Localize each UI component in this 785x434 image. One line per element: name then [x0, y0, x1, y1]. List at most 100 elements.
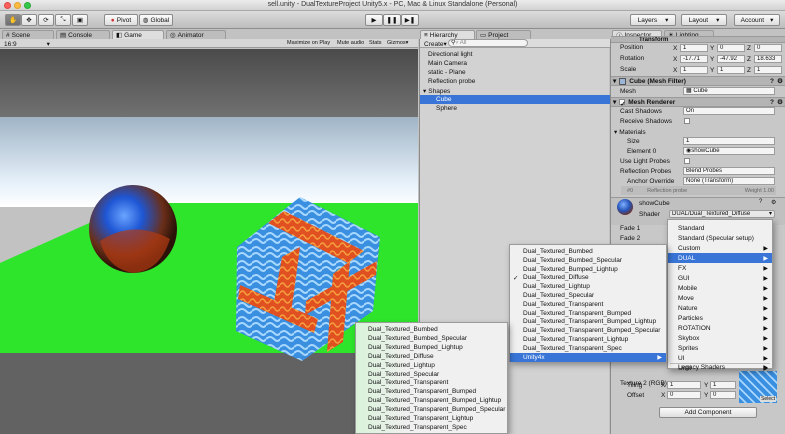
tiling-x-field[interactable]: 1: [667, 381, 701, 389]
help-icon[interactable]: ?: [759, 199, 762, 205]
element0-field[interactable]: ◉showCube: [683, 147, 775, 155]
layout-dropdown[interactable]: Layout ▾: [681, 14, 727, 26]
create-dropdown[interactable]: Create ▾: [424, 40, 447, 49]
shader-menu-item[interactable]: GUI ▶: [668, 273, 772, 283]
dual-menu-item[interactable]: Dual_Textured_Bumbed: [510, 247, 666, 256]
shader-menu-item[interactable]: Standard (Specular setup): [668, 233, 772, 243]
settings-gear-icon[interactable]: ⚙: [777, 77, 783, 85]
rotate-tool-icon[interactable]: ⟳: [38, 14, 54, 26]
shader-dropdown[interactable]: DUAL/Dual_Textured_Diffuse ▾: [669, 210, 775, 218]
dual-menu-item[interactable]: Dual_Textured_Transparent_Bumped_Specula…: [510, 326, 666, 335]
unity4x-menu-item[interactable]: Dual_Textured_Transparent_Bumped_Lightup: [356, 396, 507, 405]
hierarchy-item[interactable]: Directional light: [428, 51, 472, 58]
reflection-probes-dropdown[interactable]: Blend Probes: [683, 167, 775, 175]
gizmos-button[interactable]: Gizmos ▾: [387, 40, 408, 46]
texture2-thumbnail[interactable]: Select: [739, 371, 777, 403]
mesh-field[interactable]: ▦ Cube: [683, 87, 775, 95]
stats-button[interactable]: Stats: [369, 40, 382, 46]
shader-menu-item[interactable]: Custom ▶: [668, 243, 772, 253]
unity4x-menu-item[interactable]: Dual_Textured_Transparent_Spec: [356, 423, 507, 432]
size-field[interactable]: 1: [683, 137, 775, 145]
shader-menu-item[interactable]: FX ▶: [668, 263, 772, 273]
unity4x-menu-item[interactable]: Dual_Textured_Transparent_Lightup: [356, 414, 507, 423]
unity4x-menu-item[interactable]: Dual_Textured_Transparent_Bumped: [356, 387, 507, 396]
unity4x-menu-item[interactable]: Dual_Textured_Transparent: [356, 378, 507, 387]
dual-menu-item[interactable]: Dual_Textured_Transparent_Lightup: [510, 335, 666, 344]
tiling-y-field[interactable]: 1: [710, 381, 736, 389]
offset-x-field[interactable]: 0: [667, 391, 701, 399]
move-tool-icon[interactable]: ✥: [21, 14, 37, 26]
pause-button[interactable]: ❚❚: [383, 14, 401, 26]
dual-menu-item[interactable]: Dual_Textured_Transparent: [510, 300, 666, 309]
help-icon[interactable]: ?: [770, 78, 774, 85]
transform-rot-y-field[interactable]: -47.92: [717, 55, 745, 63]
shader-menu-item[interactable]: Standard: [668, 223, 772, 233]
hierarchy-item-cube[interactable]: Cube: [436, 96, 452, 103]
layers-dropdown[interactable]: Layers ▾: [630, 14, 676, 26]
transform-pos-x-field[interactable]: 1: [680, 44, 708, 52]
shader-menu-item[interactable]: ROTATION ▶: [668, 323, 772, 333]
shader-menu-item[interactable]: Nature ▶: [668, 303, 772, 313]
materials-foldout[interactable]: ▾ Materials: [614, 128, 646, 137]
hand-tool-icon[interactable]: ✋: [5, 14, 21, 26]
dual-menu-item[interactable]: Dual_Textured_Transparent_Bumped_Lightup: [510, 317, 666, 326]
transform-scl-z-field[interactable]: 1: [754, 66, 782, 74]
unity4x-menu-item[interactable]: Dual_Textured_Lightup: [356, 361, 507, 370]
tab-animator[interactable]: ◎ Animator: [166, 30, 226, 39]
dual-menu-item[interactable]: Dual_Textured_Specular: [510, 291, 666, 300]
shader-menu-item[interactable]: Move ▶: [668, 293, 772, 303]
dual-menu-item[interactable]: Dual_Textured_Bumbed_Specular: [510, 256, 666, 265]
aspect-dropdown[interactable]: 16:9 ▾: [4, 40, 50, 49]
hierarchy-item-shapes[interactable]: ▾ Shapes: [423, 87, 450, 96]
settings-gear-icon[interactable]: ⚙: [777, 98, 783, 106]
tab-game[interactable]: ◧ Game: [112, 30, 164, 39]
hierarchy-item[interactable]: static - Plane: [428, 69, 466, 76]
pivot-button[interactable]: ● Pivot: [104, 14, 138, 26]
transform-rot-x-field[interactable]: -17.71: [680, 55, 708, 63]
tab-console[interactable]: ▤ Console: [56, 30, 110, 39]
enabled-checkbox[interactable]: ✓: [619, 99, 626, 108]
hierarchy-item-sphere[interactable]: Sphere: [436, 105, 457, 112]
offset-y-field[interactable]: 0: [710, 391, 736, 399]
unity4x-menu-item[interactable]: Dual_Textured_Bumped_Lightup: [356, 343, 507, 352]
shader-menu-item[interactable]: Skybox ▶: [668, 333, 772, 343]
hierarchy-search-input[interactable]: ⚲▿ All: [448, 39, 528, 47]
transform-scl-x-field[interactable]: 1: [680, 66, 708, 74]
transform-pos-z-field[interactable]: 0: [754, 44, 782, 52]
hierarchy-item[interactable]: Main Camera: [428, 60, 467, 67]
dual-menu-item[interactable]: Dual_Textured_Transparent_Spec: [510, 344, 666, 353]
transform-header[interactable]: Transform: [611, 36, 785, 43]
unity4x-menu-item[interactable]: Dual_Textured_Bumbed: [356, 325, 507, 334]
dual-menu-item[interactable]: Dual_Textured_Lightup: [510, 282, 666, 291]
play-button[interactable]: ▶: [365, 14, 383, 26]
scale-tool-icon[interactable]: ⤡: [55, 14, 71, 26]
tab-scene[interactable]: # Scene: [2, 30, 54, 39]
meshfilter-header[interactable]: ▾ Cube (Mesh Filter)? ⚙: [611, 76, 785, 86]
unity4x-menu-item[interactable]: Dual_Textured_Diffuse: [356, 352, 507, 361]
shader-menu-item[interactable]: Mobile ▶: [668, 283, 772, 293]
unity4x-menu-item[interactable]: Dual_Textured_Transparent_Bumped_Specula…: [356, 405, 507, 414]
global-button[interactable]: ◍ Global: [139, 14, 173, 26]
shader-menu-item[interactable]: DUAL ▶: [668, 253, 772, 263]
cast-shadows-dropdown[interactable]: On: [683, 107, 775, 115]
rect-tool-icon[interactable]: ▣: [72, 14, 88, 26]
mesh-renderer-header[interactable]: ▾ ✓ Mesh Renderer? ⚙: [611, 97, 785, 108]
shader-menu-item[interactable]: Sprites ▶: [668, 343, 772, 353]
dual-menu-item[interactable]: ✓ Dual_Textured_Diffuse: [510, 273, 666, 282]
tab-hierarchy[interactable]: ≡ Hierarchy: [420, 30, 475, 39]
dual-menu-item[interactable]: Dual_Textured_Bumped_Lightup: [510, 265, 666, 274]
shader-menu-item[interactable]: Legacy Shaders ▶: [668, 362, 772, 372]
help-icon[interactable]: ?: [770, 99, 774, 106]
settings-gear-icon[interactable]: ⚙: [771, 199, 776, 206]
step-button[interactable]: ▶❚: [401, 14, 419, 26]
maximize-on-play-button[interactable]: Maximize on Play: [287, 40, 330, 46]
tab-project[interactable]: ▭ Project: [476, 30, 531, 39]
anchor-override-field[interactable]: None (Transform): [683, 177, 775, 185]
dual-menu-item[interactable]: Dual_Textured_Transparent_Bumped: [510, 309, 666, 318]
transform-rot-z-field[interactable]: 18.633: [754, 55, 782, 63]
shader-menu-item[interactable]: Particles ▶: [668, 313, 772, 323]
transform-scl-y-field[interactable]: 1: [717, 66, 745, 74]
transform-pos-y-field[interactable]: 0: [717, 44, 745, 52]
unity4x-menu-item[interactable]: Dual_Textured_Bumbed_Specular: [356, 334, 507, 343]
unity4x-menu-item[interactable]: Dual_Textured_Specular: [356, 370, 507, 379]
